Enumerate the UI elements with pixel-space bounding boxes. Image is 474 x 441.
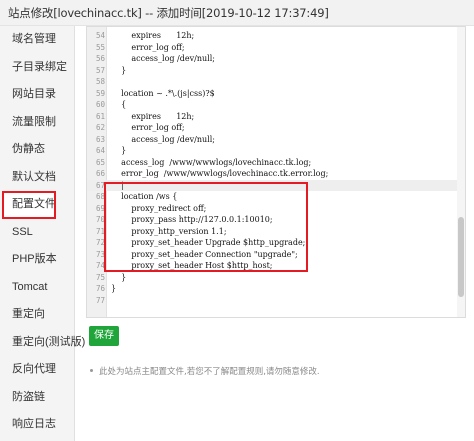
code-line[interactable]: 54 expires 12h;	[87, 30, 465, 42]
line-number: 56	[95, 54, 105, 63]
code-text[interactable]: error_log off;	[111, 42, 184, 54]
code-text[interactable]: proxy_set_header Connection "upgrade";	[111, 249, 297, 261]
code-line[interactable]: 62 error_log off;	[87, 122, 465, 134]
sidebar-item-hotlink[interactable]: 防盗链	[0, 384, 74, 412]
line-number: 75	[95, 272, 105, 282]
sidebar-item-rewrite[interactable]: 伪静态	[0, 136, 74, 164]
code-text[interactable]: |	[111, 180, 124, 192]
code-text[interactable]: proxy_set_header Upgrade $http_upgrade;	[111, 237, 305, 249]
line-number: 74	[95, 261, 105, 270]
line-number: 62	[95, 123, 105, 132]
code-text[interactable]: expires 12h;	[111, 111, 194, 123]
config-code-editor[interactable]: 54 expires 12h; 55 error_log off; 56 acces…	[86, 26, 466, 318]
line-number: 58	[95, 77, 105, 86]
code-text[interactable]: }	[111, 272, 126, 284]
sidebar-item-default-doc[interactable]: 默认文档	[0, 164, 74, 192]
code-text[interactable]: proxy_http_version 1.1;	[111, 226, 226, 238]
code-text[interactable]: location /ws {	[111, 191, 177, 203]
line-number: 71	[95, 226, 105, 236]
line-number: 55	[95, 42, 105, 52]
code-line[interactable]: 68 location /ws {	[87, 191, 465, 203]
code-lines[interactable]: 54 expires 12h; 55 error_log off; 56 acces…	[87, 30, 465, 306]
sidebar-item-response-log[interactable]: 响应日志	[0, 411, 74, 439]
code-text[interactable]: location ~ .*\.(js|css)?$	[111, 88, 215, 100]
code-text[interactable]: proxy_pass http://127.0.0.1:10010;	[111, 214, 272, 226]
editor-scrollbar[interactable]	[457, 27, 465, 317]
save-button[interactable]: 保存	[89, 326, 119, 346]
line-number: 63	[95, 134, 105, 144]
editor-scrollbar-thumb[interactable]	[458, 217, 464, 297]
line-number: 77	[95, 295, 105, 305]
code-line[interactable]: 55 error_log off;	[87, 42, 465, 54]
code-line[interactable]: 56 access_log /dev/null;	[87, 53, 465, 65]
sidebar-item-reverse-proxy[interactable]: 反向代理	[0, 356, 74, 384]
window-title: 站点修改[lovechinacc.tk] -- 添加时间[2019-10-12 …	[8, 6, 329, 20]
line-number: 67	[95, 180, 105, 190]
line-number: 59	[95, 88, 105, 98]
code-text[interactable]: error_log off;	[111, 122, 184, 134]
code-text[interactable]: error_log /www/wwwlogs/lovechinacc.tk.er…	[111, 168, 328, 180]
code-line[interactable]: 76}	[87, 283, 465, 295]
code-text[interactable]: access_log /dev/null;	[111, 53, 215, 65]
code-line[interactable]: 75 }	[87, 272, 465, 284]
code-text[interactable]: }	[111, 145, 126, 157]
code-line[interactable]: 59 location ~ .*\.(js|css)?$	[87, 88, 465, 100]
line-number: 64	[95, 146, 105, 155]
code-line[interactable]: 77	[87, 295, 465, 307]
line-number: 57	[95, 65, 105, 75]
sidebar-item-ssl[interactable]: SSL	[0, 219, 74, 247]
code-line[interactable]: 70 proxy_pass http://127.0.0.1:10010;	[87, 214, 465, 226]
line-number: 65	[95, 157, 105, 167]
line-number: 72	[95, 238, 105, 247]
config-warning-note: 此处为站点主配置文件,若您不了解配置规则,请勿随意修改.	[86, 365, 320, 377]
line-number: 76	[95, 284, 105, 293]
code-line[interactable]: 63 access_log /dev/null;	[87, 134, 465, 146]
code-line[interactable]: 71 proxy_http_version 1.1;	[87, 226, 465, 238]
line-number: 54	[95, 31, 105, 40]
code-line[interactable]: 65 access_log /www/wwwlogs/lovechinacc.t…	[87, 157, 465, 169]
code-text[interactable]: access_log /www/wwwlogs/lovechinacc.tk.l…	[111, 157, 311, 169]
code-text[interactable]: {	[111, 99, 126, 111]
code-text[interactable]: }	[111, 65, 126, 77]
code-line[interactable]: 73 proxy_set_header Connection "upgrade"…	[87, 249, 465, 261]
line-number: 68	[95, 192, 105, 201]
sidebar-item-subdir[interactable]: 子目录绑定	[0, 54, 74, 82]
code-line[interactable]: 66 error_log /www/wwwlogs/lovechinacc.tk…	[87, 168, 465, 180]
code-text[interactable]: proxy_set_header Host $http_host;	[111, 260, 272, 272]
sidebar: 域名管理 子目录绑定 网站目录 流量限制 伪静态 默认文档 配置文件 SSL P…	[0, 26, 85, 441]
line-number: 69	[95, 203, 105, 213]
line-number: 61	[95, 111, 105, 121]
sidebar-item-tomcat[interactable]: Tomcat	[0, 274, 74, 302]
code-line[interactable]: 61 expires 12h;	[87, 111, 465, 123]
code-text[interactable]: access_log /dev/null;	[111, 134, 215, 146]
sidebar-item-site-dir[interactable]: 网站目录	[0, 81, 74, 109]
line-number: 60	[95, 100, 105, 109]
code-line[interactable]: 67 |	[87, 179, 465, 192]
code-line[interactable]: 57 }	[87, 65, 465, 77]
code-line[interactable]: 60 {	[87, 99, 465, 111]
line-number: 70	[95, 215, 105, 224]
code-text[interactable]: expires 12h;	[111, 30, 194, 42]
sidebar-item-traffic-limit[interactable]: 流量限制	[0, 109, 74, 137]
bullet-icon	[90, 369, 93, 372]
code-text[interactable]: proxy_redirect off;	[111, 203, 206, 215]
code-line[interactable]: 72 proxy_set_header Upgrade $http_upgrad…	[87, 237, 465, 249]
sidebar-item-redirect-beta[interactable]: 重定向(测试版)	[0, 329, 85, 357]
line-number: 73	[95, 249, 105, 259]
line-number: 66	[95, 169, 105, 178]
code-text[interactable]: }	[111, 283, 116, 295]
code-line[interactable]: 64 }	[87, 145, 465, 157]
code-line[interactable]: 69 proxy_redirect off;	[87, 203, 465, 215]
window-titlebar: 站点修改[lovechinacc.tk] -- 添加时间[2019-10-12 …	[0, 0, 474, 26]
sidebar-item-redirect[interactable]: 重定向	[0, 301, 74, 329]
code-line[interactable]: 58	[87, 76, 465, 88]
config-warning-text: 此处为站点主配置文件,若您不了解配置规则,请勿随意修改.	[99, 367, 320, 377]
code-line[interactable]: 74 proxy_set_header Host $http_host;	[87, 260, 465, 272]
sidebar-item-config-file[interactable]: 配置文件	[2, 191, 56, 219]
sidebar-item-php-version[interactable]: PHP版本	[0, 246, 74, 274]
sidebar-item-domain[interactable]: 域名管理	[0, 26, 74, 54]
